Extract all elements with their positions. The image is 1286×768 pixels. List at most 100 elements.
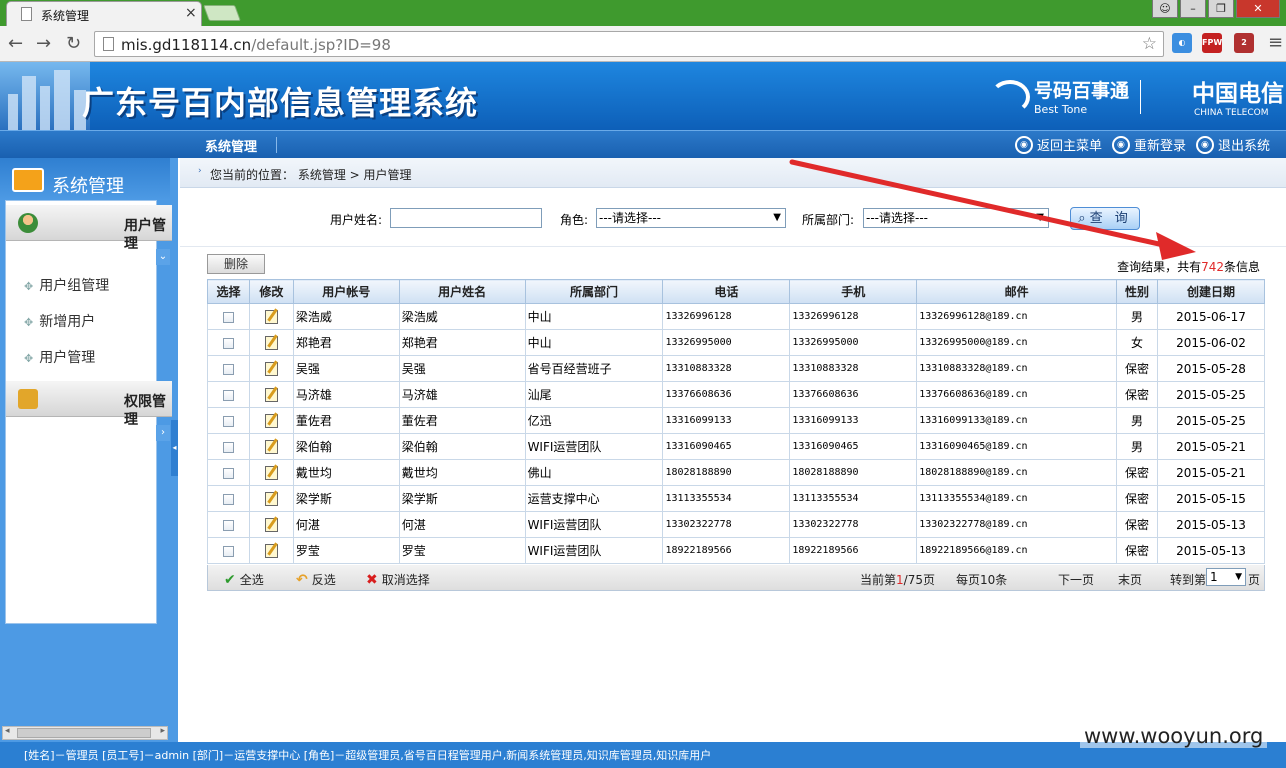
sidebar-item-user-group[interactable]: ✥ 用户组管理: [24, 275, 109, 295]
address-bar[interactable]: mis.gd118114.cn/default.jsp?ID=98 ☆: [94, 31, 1164, 57]
chevron-down-icon[interactable]: ⌄: [156, 249, 170, 265]
row-checkbox[interactable]: [222, 441, 234, 453]
row-checkbox[interactable]: [222, 337, 234, 349]
sidebar-scrollbar[interactable]: ◂ ▸: [2, 726, 168, 740]
logout-button[interactable]: ◉ 退出系统: [1195, 135, 1270, 154]
user-icon[interactable]: ☺: [1152, 0, 1178, 18]
row-checkbox[interactable]: [222, 363, 234, 375]
browser-tab[interactable]: 系统管理 ×: [6, 1, 202, 26]
cell-name: 吴强: [398, 355, 526, 382]
table-row: 郑艳君 郑艳君 中山 13326995000 13326995000 1332699500…: [207, 329, 1265, 356]
col-department: 所属部门: [524, 279, 664, 304]
goto-page-select[interactable]: 1 ▼: [1206, 568, 1246, 586]
row-select-cell: [207, 459, 250, 486]
relogin-button[interactable]: ◉ 重新登录: [1111, 135, 1186, 154]
sidebar-item-add-user[interactable]: ✥ 新增用户: [24, 311, 95, 331]
sidebar-collapse-handle[interactable]: ◂: [171, 420, 178, 476]
close-icon[interactable]: ×: [185, 5, 197, 21]
cell-department: 中山: [524, 329, 664, 356]
role-select[interactable]: ---请选择--- ▼: [596, 208, 786, 228]
reload-icon[interactable]: ↻: [66, 33, 81, 54]
cell-gender: 保密: [1116, 459, 1158, 486]
scrollbar-thumb[interactable]: [17, 728, 151, 738]
back-icon[interactable]: ←: [8, 33, 23, 54]
edit-icon[interactable]: [264, 361, 278, 376]
edit-icon[interactable]: [264, 517, 278, 532]
breadcrumb: › 您当前的位置： 系统管理 > 用户管理: [180, 158, 1286, 188]
cell-department: WIFI运营团队: [524, 433, 664, 460]
cell-account: 何湛: [292, 511, 400, 538]
invert-selection-button[interactable]: ↶ 反选: [296, 571, 336, 588]
role-label: 角色:: [560, 213, 589, 227]
row-edit-cell: [248, 407, 294, 434]
edit-icon[interactable]: [264, 309, 278, 324]
row-edit-cell: [248, 433, 294, 460]
cell-phone: 13113355534: [662, 485, 791, 512]
row-checkbox[interactable]: [222, 389, 234, 401]
row-checkbox[interactable]: [222, 311, 234, 323]
cell-email: 18028188890@189.cn: [916, 459, 1118, 486]
row-checkbox[interactable]: [222, 545, 234, 557]
row-checkbox[interactable]: [222, 415, 234, 427]
cell-mobile: 18028188890: [789, 459, 918, 486]
bookmark-star-icon[interactable]: ☆: [1142, 34, 1157, 54]
cell-mobile: 13302322778: [789, 511, 918, 538]
edit-icon[interactable]: [264, 413, 278, 428]
lock-icon: [18, 389, 38, 409]
edit-icon[interactable]: [264, 335, 278, 350]
cell-account: 罗莹: [292, 537, 400, 564]
delete-button[interactable]: 删除: [207, 254, 265, 274]
scroll-left-icon[interactable]: ◂: [5, 726, 10, 736]
cell-email: 13113355534@189.cn: [916, 485, 1118, 512]
return-main-menu-button[interactable]: ◉ 返回主菜单: [1014, 135, 1102, 154]
extension-badge-icon[interactable]: 2: [1234, 33, 1254, 53]
dept-select[interactable]: ---请选择--- ▼: [863, 208, 1049, 228]
new-tab-button[interactable]: [203, 5, 241, 21]
edit-icon[interactable]: [264, 387, 278, 402]
edit-icon[interactable]: [264, 543, 278, 558]
cell-phone: 13326995000: [662, 329, 791, 356]
row-select-cell: [207, 381, 250, 408]
edit-icon[interactable]: [264, 491, 278, 506]
cell-email: 13376608636@189.cn: [916, 381, 1118, 408]
url-text[interactable]: mis.gd118114.cn/default.jsp?ID=98: [121, 36, 391, 54]
sidebar-item-user-management[interactable]: ✥ 用户管理: [24, 347, 95, 367]
forward-icon[interactable]: →: [36, 33, 51, 54]
sidebar: 系统管理 用户管理 ⌄ ✥ 用户组管理 ✥ 新增用户 ✥ 用户管理 权限管理 › ◂ …: [0, 158, 178, 742]
last-page-link[interactable]: 末页: [1118, 571, 1142, 588]
cell-department: 汕尾: [524, 381, 664, 408]
col-edit: 修改: [248, 279, 294, 304]
window-close-button[interactable]: ✕: [1236, 0, 1280, 18]
row-checkbox[interactable]: [222, 493, 234, 505]
edit-icon[interactable]: [264, 465, 278, 480]
minimize-button[interactable]: –: [1180, 0, 1206, 18]
row-checkbox[interactable]: [222, 519, 234, 531]
table-row: 戴世均 戴世均 佛山 18028188890 18028188890 1802818889…: [207, 459, 1265, 486]
menu-icon[interactable]: ≡: [1268, 32, 1283, 53]
row-edit-cell: [248, 381, 294, 408]
cancel-selection-button[interactable]: ✖ 取消选择: [366, 571, 430, 588]
cell-name: 戴世均: [398, 459, 526, 486]
menu-system-management[interactable]: 系统管理: [205, 136, 257, 155]
col-phone: 电话: [662, 279, 791, 304]
scroll-right-icon[interactable]: ▸: [160, 726, 165, 736]
chrome-extension-icon[interactable]: ◐: [1172, 33, 1192, 53]
chevron-right-icon[interactable]: ›: [156, 425, 170, 441]
cell-mobile: 18922189566: [789, 537, 918, 564]
cell-phone: 18028188890: [662, 459, 791, 486]
cell-mobile: 13316099133: [789, 407, 918, 434]
row-edit-cell: [248, 485, 294, 512]
sidebar-group-permission-management[interactable]: 权限管理 ›: [6, 381, 172, 441]
cell-gender: 保密: [1116, 511, 1158, 538]
cell-department: 亿迅: [524, 407, 664, 434]
next-page-link[interactable]: 下一页: [1058, 571, 1094, 588]
edit-icon[interactable]: [264, 439, 278, 454]
maximize-button[interactable]: ❐: [1208, 0, 1234, 18]
query-button[interactable]: ⌕查 询: [1070, 207, 1140, 230]
select-all-button[interactable]: ✔ 全选: [224, 571, 264, 588]
cell-name: 郑艳君: [398, 329, 526, 356]
fpw-extension-icon[interactable]: FPW: [1202, 33, 1222, 53]
row-checkbox[interactable]: [222, 467, 234, 479]
sidebar-group-user-management[interactable]: 用户管理 ⌄: [6, 205, 172, 265]
name-input[interactable]: [390, 208, 542, 228]
